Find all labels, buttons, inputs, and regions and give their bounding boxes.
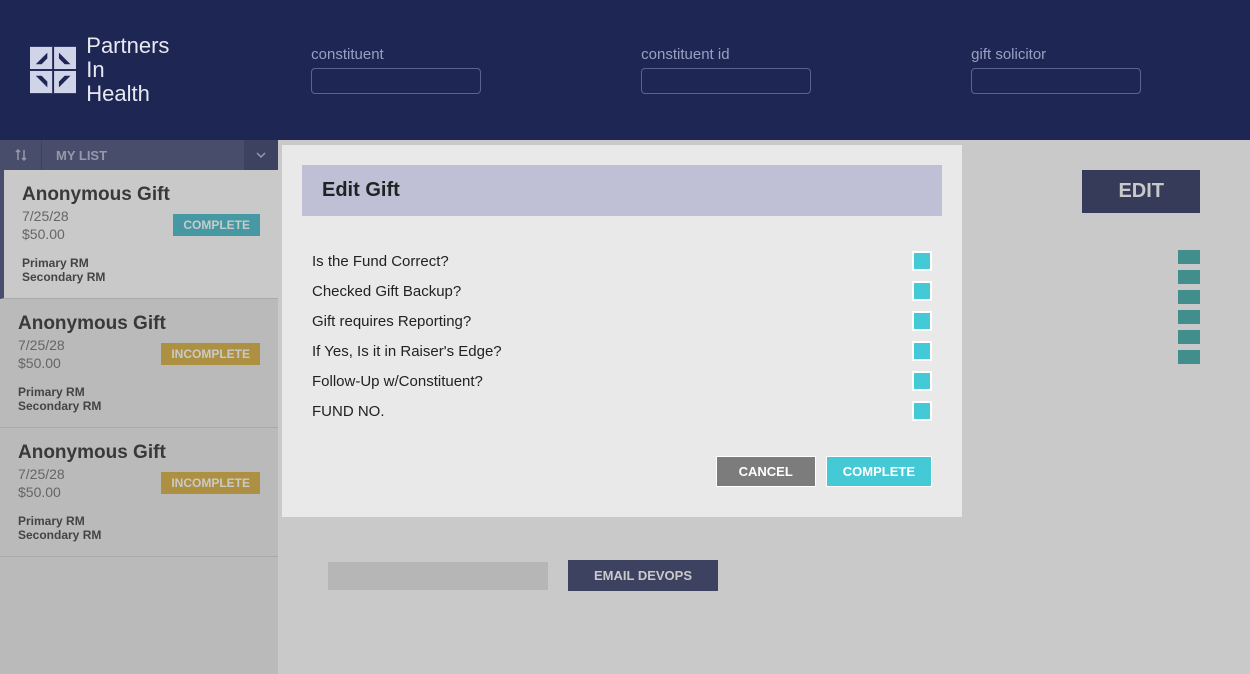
modal-title: Edit Gift — [322, 179, 922, 202]
question-label: Gift requires Reporting? — [312, 313, 471, 330]
filter-constituent-input[interactable] — [311, 68, 481, 94]
question-checkbox[interactable] — [912, 341, 932, 361]
filter-constituent-id-input[interactable] — [641, 68, 811, 94]
question-label: Is the Fund Correct? — [312, 253, 449, 270]
filter-solicitor-input[interactable] — [971, 68, 1141, 94]
edit-gift-modal: Edit Gift Is the Fund Correct? Checked G… — [282, 145, 962, 517]
question-label: Follow-Up w/Constituent? — [312, 373, 483, 390]
filter-solicitor-label: gift solicitor — [971, 46, 1141, 63]
question-checkbox[interactable] — [912, 251, 932, 271]
question-checkbox[interactable] — [912, 371, 932, 391]
question-checkbox[interactable] — [912, 401, 932, 421]
brand-logo: Partners In Health — [30, 34, 171, 107]
brand-line1: Partners — [86, 34, 171, 58]
filter-constituent-label: constituent — [311, 46, 481, 63]
header: Partners In Health constituent constitue… — [0, 0, 1250, 140]
filter-constituent-id-label: constituent id — [641, 46, 811, 63]
question-label: If Yes, Is it in Raiser's Edge? — [312, 343, 502, 360]
complete-button[interactable]: COMPLETE — [826, 456, 932, 487]
cancel-button[interactable]: CANCEL — [716, 456, 816, 487]
modal-title-bar: Edit Gift — [302, 165, 942, 216]
question-checkbox[interactable] — [912, 281, 932, 301]
hands-icon — [30, 46, 76, 94]
question-label: Checked Gift Backup? — [312, 283, 461, 300]
brand-line2: In Health — [86, 58, 171, 106]
question-label: FUND NO. — [312, 403, 385, 420]
filters: constituent constituent id gift solicito… — [211, 46, 1250, 94]
question-checkbox[interactable] — [912, 311, 932, 331]
